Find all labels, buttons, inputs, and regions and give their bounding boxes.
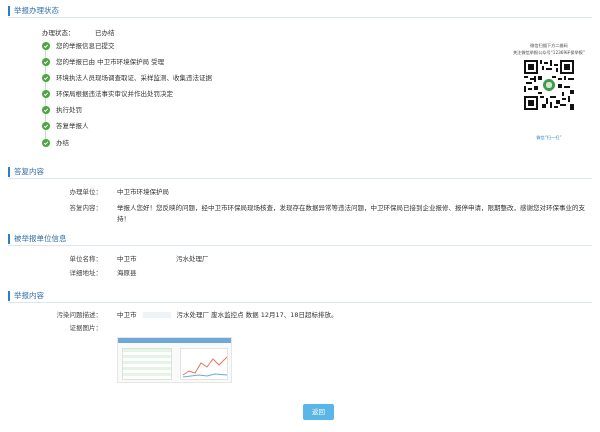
reply-content-label: 答复内容： [69,204,103,212]
section-title-status: 举报办理状态 [8,6,59,16]
section-title-reply: 答复内容 [8,167,44,177]
progress-step: 环境执法人员现场调查取证、采样监测、收集违法证据 [42,73,212,83]
progress-step-label: 环保局根据违法事实审议并作出处罚决定 [56,90,173,98]
check-icon [42,139,50,147]
progress-step: 您的举报信息已提交 [42,41,115,51]
progress-step: 您的举报已由 中卫市环境保护局 受理 [42,57,164,67]
progress-step-label: 办结 [56,139,69,147]
progress-step: 办结 [42,138,69,148]
status-value: 已办结 [95,29,115,37]
section-divider [8,245,592,246]
progress-step-label: 环境执法人员现场调查取证、采样监测、收集违法证据 [56,74,212,82]
progress-step-label: 您的举报信息已提交 [56,42,115,50]
section-divider [8,302,592,303]
check-icon [42,74,50,82]
redacted-mark [142,312,171,318]
section-divider [8,17,592,18]
unit-name-value: 污水处理厂 [176,255,209,263]
status-label: 办理状态： [42,29,75,37]
progress-step: 答复举报人 [42,121,89,131]
evidence-image-table [122,348,172,380]
evidence-image-chart [180,348,228,380]
progress-step-label: 您的举报已由 中卫市环境保护局 受理 [56,58,165,66]
check-icon [42,90,50,98]
reply-content-text: 举报人您好！您反映的问题，经中卫市环保局现场核查，发现存在数据异常等违法问题，中… [117,204,585,223]
unit-address-value: 海原县 [117,269,137,277]
section-title-content: 举报内容 [8,291,44,301]
evidence-image[interactable] [117,337,232,383]
evidence-image-header [118,338,231,343]
problem-text: 中卫市 污水处理厂 废水监控点 数据 12月17、18日超标排放。 [117,311,338,320]
back-button[interactable]: 返回 [303,404,334,420]
qr-caption-top: 关注微信举报公众号“12369环保举报” [512,50,586,55]
progress-step: 环保局根据违法事实审议并作出处罚决定 [42,89,173,99]
qr-caption-top: 微信扫描下方二维码 [530,43,568,48]
progress-step: 执行处罚 [42,105,82,115]
unit-address-label: 详细地址： [69,269,103,277]
section-title-unit: 被举报单位信息 [8,234,67,244]
qr-caption-bottom: 微信“扫一扫” [536,135,562,140]
evidence-label: 证据图片： [69,324,103,332]
check-icon [42,58,50,66]
problem-city: 中卫市 [117,311,137,319]
check-icon [42,106,50,114]
unit-name-city: 中卫市 [117,255,137,263]
problem-label: 污染问题描述： [56,311,103,319]
reply-unit-label: 办理单位： [69,188,103,196]
unit-name-label: 单位名称： [69,255,103,263]
check-icon [42,42,50,50]
problem-description: 污水处理厂 废水监控点 数据 12月17、18日超标排放。 [176,311,338,319]
section-divider [8,178,592,179]
progress-step-label: 执行处罚 [56,106,82,114]
check-icon [42,122,50,130]
progress-step-label: 答复举报人 [56,122,89,130]
qr-code-icon [524,60,574,110]
reply-unit-value: 中卫市环境保护局 [117,188,169,196]
